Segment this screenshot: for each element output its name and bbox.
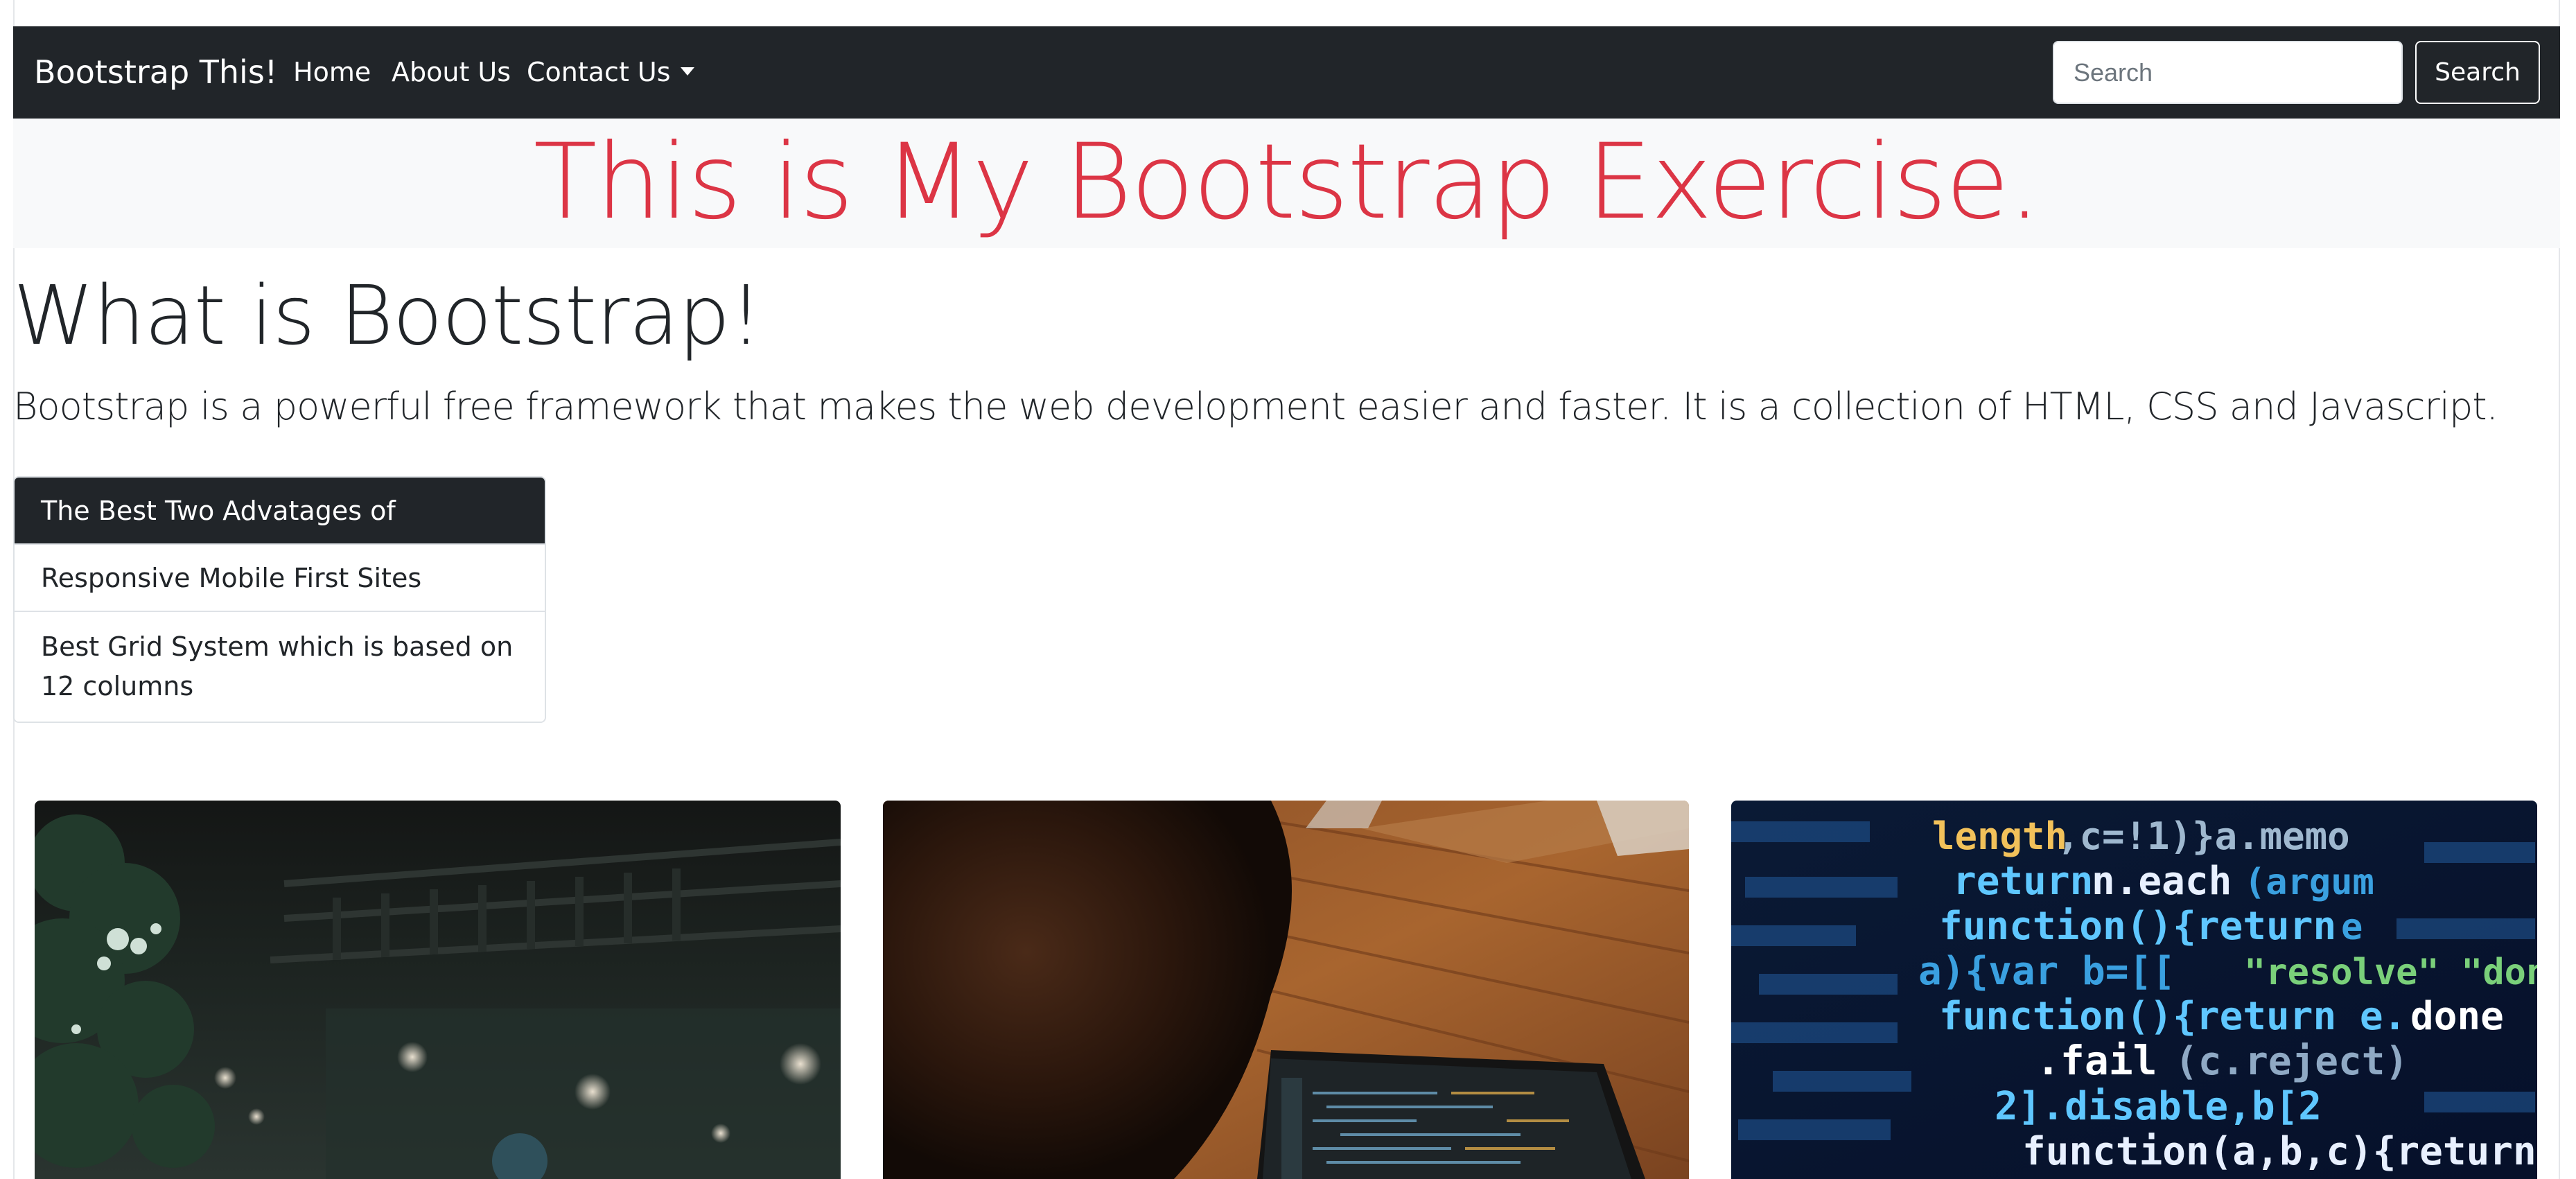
- navbar-brand[interactable]: Bootstrap This!: [34, 26, 277, 119]
- caret-down-icon: [680, 67, 694, 76]
- svg-text:length: length: [1932, 814, 2067, 858]
- svg-text:done: done: [2410, 994, 2504, 1039]
- svg-text:e: e: [2341, 907, 2363, 948]
- card-image-code: length ,c=!1)}a.memo return n.each (argu…: [1731, 801, 2537, 1179]
- section-heading: What is Bootstrap!: [13, 268, 762, 363]
- nav-dropdown-contact-us[interactable]: Contact Us: [527, 26, 694, 119]
- svg-text:function(a,b,c){return: function(a,b,c){return: [2022, 1129, 2536, 1174]
- search-button[interactable]: Search: [2415, 41, 2540, 104]
- list-item: Responsive Mobile First Sites: [15, 545, 545, 612]
- nav-link-about-us[interactable]: About Us: [392, 26, 511, 119]
- svg-text:function(){return e.: function(){return e.: [1939, 994, 2406, 1039]
- card-image-laptop: [883, 801, 1689, 1179]
- card-image-room: [35, 801, 841, 1179]
- list-item: Best Grid System which is based on 12 co…: [15, 612, 545, 722]
- svg-text:function(){return: function(){return: [1939, 904, 2336, 949]
- svg-text:"resolve" "done": "resolve" "done": [2244, 952, 2537, 993]
- svg-text:return: return: [1953, 859, 2093, 904]
- nav-link-home[interactable]: Home: [293, 26, 371, 119]
- svg-text:2].disable,b[2: 2].disable,b[2: [1995, 1084, 2322, 1129]
- jumbotron: This is My Bootstrap Exercise.: [13, 119, 2560, 248]
- svg-text:,c=!1)}a.memo: ,c=!1)}a.memo: [2057, 814, 2350, 858]
- advantages-list: The Best Two Advatages of Bootstrap. Res…: [13, 476, 546, 723]
- jumbotron-title: This is My Bootstrap Exercise.: [533, 122, 2041, 243]
- search-input[interactable]: [2053, 41, 2403, 104]
- svg-text:(argum: (argum: [2244, 862, 2374, 903]
- navbar: Bootstrap This! Home About Us Contact Us…: [13, 26, 2560, 119]
- svg-text:a){var b=[[: a){var b=[[: [1918, 949, 2175, 994]
- list-header: The Best Two Advatages of Bootstrap.: [15, 478, 545, 593]
- svg-text:n.each: n.each: [2092, 859, 2232, 904]
- intro-lead-text: Bootstrap is a powerful free framework t…: [13, 385, 2498, 428]
- svg-text:.fail: .fail: [2036, 1037, 2157, 1084]
- svg-text:(c.reject): (c.reject): [2175, 1039, 2408, 1084]
- nav-dropdown-label: Contact Us: [527, 57, 671, 87]
